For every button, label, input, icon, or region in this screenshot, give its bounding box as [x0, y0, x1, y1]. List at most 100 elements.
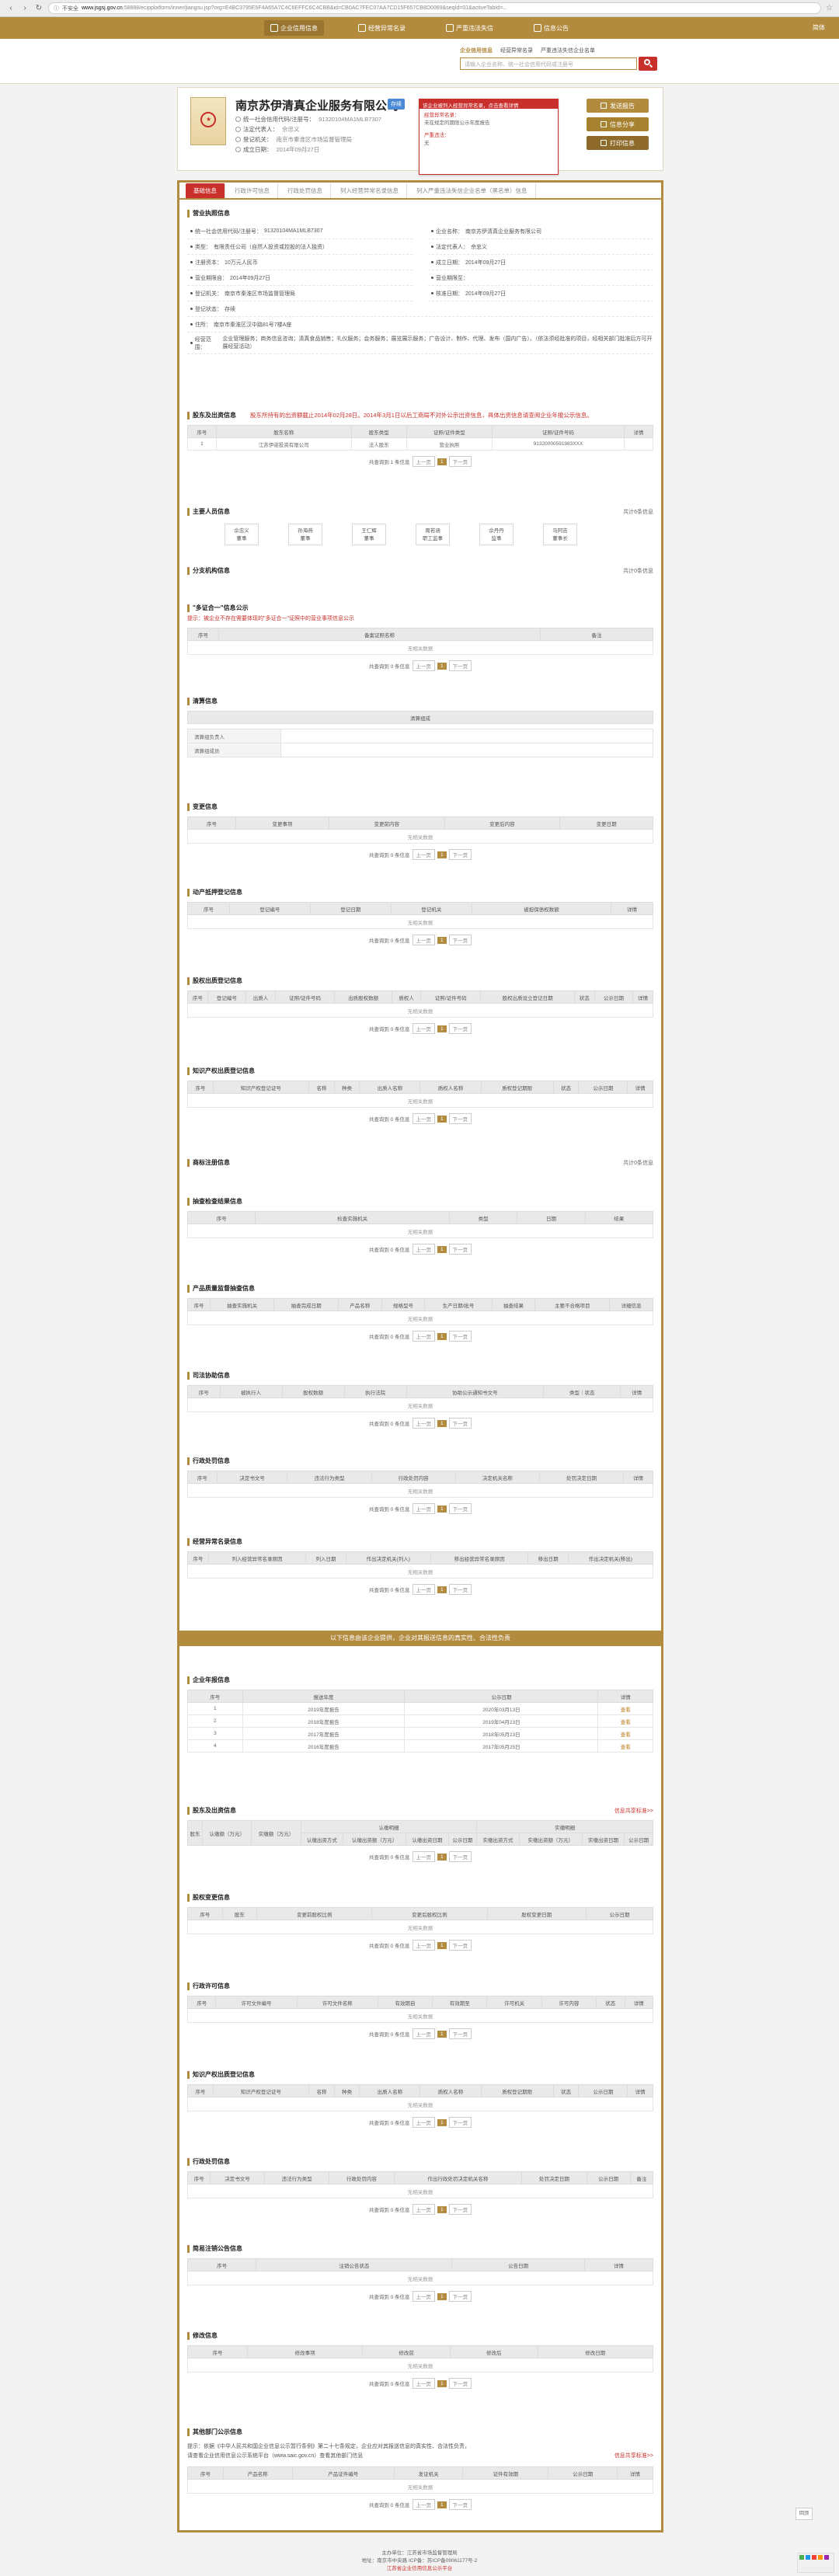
next-page-button[interactable]: 下一页	[448, 2028, 472, 2039]
prev-page-button[interactable]: 上一页	[412, 2291, 436, 2302]
tray-icon[interactable]	[824, 2555, 829, 2560]
prev-page-button[interactable]: 上一页	[412, 849, 436, 860]
next-page-button[interactable]: 下一页	[448, 1023, 472, 1034]
next-page-button[interactable]: 下一页	[448, 2378, 472, 2389]
current-page[interactable]: 1	[437, 458, 447, 465]
member-card[interactable]: 佘忠义 董事	[225, 524, 259, 545]
address-bar[interactable]: ⓘ 不安全 www.jsgsj.gov.cn :58888/ecipplatfo…	[48, 2, 822, 14]
tab-penalty[interactable]: 行政处罚信息	[280, 183, 331, 198]
prev-page-button[interactable]: 上一页	[412, 1851, 436, 1862]
next-page-button[interactable]: 下一页	[448, 935, 472, 945]
prev-page-button[interactable]: 上一页	[412, 2117, 436, 2128]
current-page[interactable]: 1	[437, 851, 447, 858]
member-card[interactable]: 孙海燕 董事	[288, 524, 322, 545]
nav-blacklist[interactable]: 严重违法失信	[440, 20, 500, 36]
send-report-button[interactable]: 发送报告	[587, 99, 649, 113]
tab-basic[interactable]: 基础信息	[186, 183, 225, 198]
current-page[interactable]: 1	[437, 2501, 447, 2508]
tab-license[interactable]: 行政许可信息	[227, 183, 278, 198]
current-page[interactable]: 1	[437, 2379, 447, 2387]
share-standard-link[interactable]: 信息共享标准>>	[614, 1807, 653, 1815]
view-link[interactable]: 查看	[597, 1702, 653, 1715]
next-page-button[interactable]: 下一页	[448, 1503, 472, 1514]
current-page[interactable]: 1	[437, 1505, 447, 1513]
share-info-button[interactable]: 信息分享	[587, 117, 649, 131]
next-page-button[interactable]: 下一页	[448, 1851, 472, 1862]
next-page-button[interactable]: 下一页	[448, 456, 472, 467]
member-card[interactable]: 王仁辉 董事	[352, 524, 386, 545]
forward-icon[interactable]: ›	[20, 4, 30, 13]
next-page-button[interactable]: 下一页	[448, 2499, 472, 2510]
next-page-button[interactable]: 下一页	[448, 1418, 472, 1429]
next-page-button[interactable]: 下一页	[448, 849, 472, 860]
abnormal-notice-popup[interactable]: 该企业被列入经营异常名录，点击查看详情 经营异常名录： 未在规定的期限公示年度报…	[419, 99, 559, 175]
next-page-button[interactable]: 下一页	[448, 2291, 472, 2302]
prev-page-button[interactable]: 上一页	[412, 1940, 436, 1951]
view-link[interactable]: 查看	[597, 1714, 653, 1728]
prev-page-button[interactable]: 上一页	[412, 2499, 436, 2510]
member-card[interactable]: 周若涵 职工监事	[416, 524, 450, 545]
next-page-button[interactable]: 下一页	[448, 1940, 472, 1951]
reload-icon[interactable]: ↻	[34, 4, 44, 13]
current-page[interactable]: 1	[437, 936, 447, 944]
tray-icon[interactable]	[812, 2555, 816, 2560]
prev-page-button[interactable]: 上一页	[412, 935, 436, 945]
next-page-button[interactable]: 下一页	[448, 1113, 472, 1124]
nav-abnormal-list[interactable]: 经营异常名录	[352, 20, 412, 36]
view-link[interactable]: 查看	[597, 1739, 653, 1753]
nav-credit-info[interactable]: 企业信用信息	[264, 20, 324, 36]
search-input[interactable]: 请输入企业名称、统一社会信用代码或注册号	[460, 57, 637, 70]
current-page[interactable]: 1	[437, 1115, 447, 1123]
current-page[interactable]: 1	[437, 2030, 447, 2038]
current-page[interactable]: 1	[437, 662, 447, 670]
prev-page-button[interactable]: 上一页	[412, 660, 436, 671]
prev-page-button[interactable]: 上一页	[412, 1584, 436, 1595]
tab-blacklist[interactable]: 列入严重违法失信企业名单（黑名单）信息	[409, 183, 536, 198]
next-page-button[interactable]: 下一页	[448, 660, 472, 671]
prev-page-button[interactable]: 上一页	[412, 1244, 436, 1255]
current-page[interactable]: 1	[437, 1332, 447, 1340]
prev-page-button[interactable]: 上一页	[412, 2378, 436, 2389]
nav-announcements[interactable]: 信息公告	[527, 20, 575, 36]
tray-icon[interactable]	[818, 2555, 823, 2560]
current-page[interactable]: 1	[437, 1245, 447, 1253]
prev-page-button[interactable]: 上一页	[412, 2028, 436, 2039]
current-page[interactable]: 1	[437, 1586, 447, 1593]
share-standard-link[interactable]: 信息共享标准>>	[614, 2452, 653, 2461]
member-card[interactable]: 马阿吉 董事长	[543, 524, 577, 545]
prev-page-button[interactable]: 上一页	[412, 1113, 436, 1124]
next-page-button[interactable]: 下一页	[448, 1584, 472, 1595]
next-page-button[interactable]: 下一页	[448, 1331, 472, 1342]
search-tab-credit[interactable]: 企业信用信息	[460, 47, 493, 54]
prev-page-button[interactable]: 上一页	[412, 2204, 436, 2215]
current-page[interactable]: 1	[437, 1941, 447, 1949]
view-link[interactable]: 查看	[597, 1727, 653, 1740]
member-card[interactable]: 佘丹丹 监事	[479, 524, 513, 545]
current-page[interactable]: 1	[437, 2205, 447, 2213]
business-license-thumbnail[interactable]: ★	[190, 97, 226, 145]
current-page[interactable]: 1	[437, 1853, 447, 1861]
back-icon[interactable]: ‹	[6, 4, 16, 13]
current-page[interactable]: 1	[437, 2118, 447, 2126]
search-tab-abnormal[interactable]: 经营异常名录	[500, 47, 533, 54]
next-page-button[interactable]: 下一页	[448, 1244, 472, 1255]
next-page-button[interactable]: 下一页	[448, 2204, 472, 2215]
print-info-button[interactable]: 打印信息	[587, 136, 649, 150]
prev-page-button[interactable]: 上一页	[412, 1023, 436, 1034]
bookmark-star-icon[interactable]: ☆	[826, 4, 833, 12]
current-page[interactable]: 1	[437, 1025, 447, 1032]
next-page-button[interactable]: 下一页	[448, 2117, 472, 2128]
language-switch[interactable]: 简体	[813, 23, 825, 32]
current-page[interactable]: 1	[437, 2292, 447, 2300]
search-button[interactable]	[639, 57, 657, 71]
prev-page-button[interactable]: 上一页	[412, 456, 436, 467]
tray-icon[interactable]	[806, 2555, 810, 2560]
prev-page-button[interactable]: 上一页	[412, 1331, 436, 1342]
prev-page-button[interactable]: 上一页	[412, 1418, 436, 1429]
search-tab-blacklist[interactable]: 严重违法失信企业名单	[541, 47, 595, 54]
tray-icon[interactable]	[799, 2555, 804, 2560]
back-to-top-button[interactable]: 回顶	[795, 2508, 813, 2520]
current-page[interactable]: 1	[437, 1419, 447, 1427]
prev-page-button[interactable]: 上一页	[412, 1503, 436, 1514]
tab-abnormal[interactable]: 列入经营异常名录信息	[332, 183, 407, 198]
